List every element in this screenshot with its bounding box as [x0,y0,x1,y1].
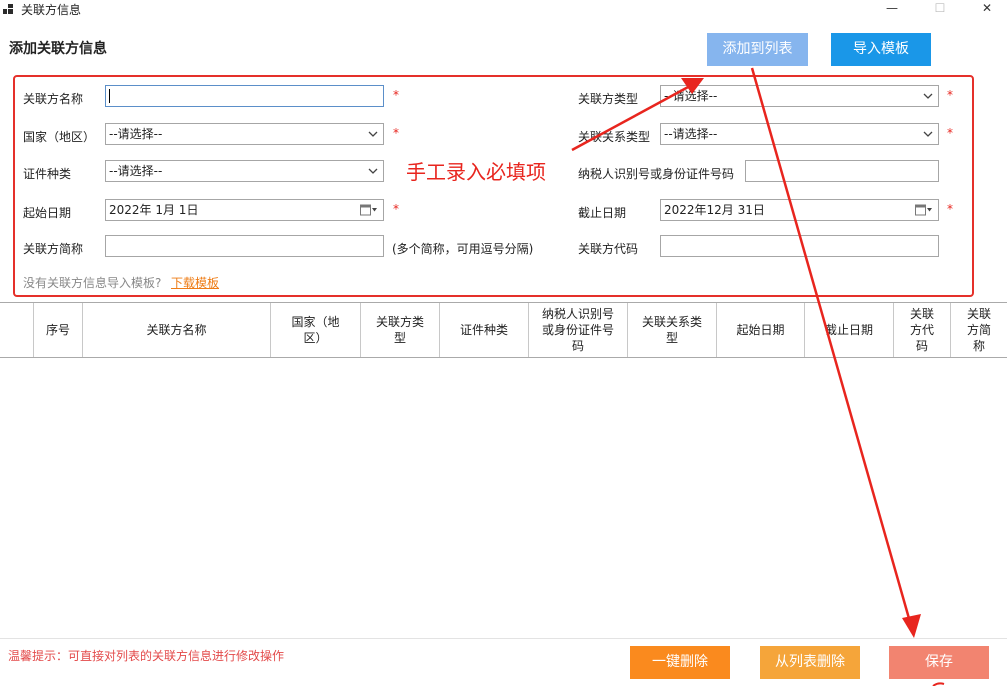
minimize-icon[interactable]: — [877,0,907,18]
required-mark: * [947,126,953,140]
country-select[interactable]: --请选择-- [105,123,384,145]
calendar-icon[interactable] [915,204,933,216]
column-header[interactable]: 关联方简称 [951,303,1007,357]
app-icon [3,4,13,14]
abbr-input[interactable] [105,235,384,257]
code-label: 关联方代码 [578,242,639,256]
text-caret [109,89,110,103]
start-date-picker[interactable]: 2022年 1月 1日 [105,199,384,221]
column-header[interactable]: 起始日期 [717,303,805,357]
code-input[interactable] [660,235,939,257]
column-header[interactable]: 关联方代码 [894,303,951,357]
column-header[interactable]: 关联关系类型 [628,303,717,357]
window: 关联方信息 — ☐ ✕ 添加关联方信息 添加到列表 导入模板 关联方名称 * 关… [0,0,1007,686]
maximize-icon[interactable]: ☐ [925,0,955,18]
chevron-down-icon [923,93,933,99]
close-icon[interactable]: ✕ [972,0,1002,18]
taxid-label: 纳税人识别号或身份证件号码 [578,167,735,181]
column-header[interactable]: 国家（地区） [271,303,361,357]
taxid-input[interactable] [745,160,939,182]
remove-from-list-button[interactable]: 从列表删除 [760,646,860,679]
row-header-cell [0,303,34,357]
abbr-hint: (多个简称，可用逗号分隔) [392,242,534,256]
chevron-down-icon [368,168,378,174]
required-mark: * [393,202,399,216]
data-grid[interactable]: 序号 关联方名称 国家（地区） 关联方类型 证件种类 纳税人识别号或身份证件号码… [0,302,1007,358]
relation-label: 关联关系类型 [578,130,651,144]
save-button[interactable]: 保存 [889,646,989,679]
import-template-button[interactable]: 导入模板 [831,33,931,66]
type-label: 关联方类型 [578,92,639,106]
no-template-text: 没有关联方信息导入模板? [23,276,162,290]
type-select[interactable]: --请选择-- [660,85,939,107]
chevron-down-icon [923,131,933,137]
column-header[interactable]: 截止日期 [805,303,894,357]
tip-text: 温馨提示：可直接对列表的关联方信息进行修改操作 [8,649,285,663]
required-mark: * [393,88,399,102]
column-header[interactable]: 纳税人识别号或身份证件号码 [529,303,628,357]
calendar-icon[interactable] [360,204,378,216]
chevron-down-icon [368,131,378,137]
required-mark: * [947,88,953,102]
end-date-label: 截止日期 [578,206,627,220]
name-label: 关联方名称 [23,92,84,106]
required-mark: * [393,126,399,140]
add-to-list-button[interactable]: 添加到列表 [707,33,808,66]
end-date-picker[interactable]: 2022年12月 31日 [660,199,939,221]
column-header[interactable]: 关联方类型 [361,303,440,357]
delete-all-button[interactable]: 一键删除 [630,646,730,679]
start-date-label: 起始日期 [23,206,72,220]
required-mark: * [947,202,953,216]
cert-label: 证件种类 [23,167,72,181]
column-header[interactable]: 序号 [34,303,83,357]
cert-select[interactable]: --请选择-- [105,160,384,182]
annotation-text: 手工录入必填项 [406,160,546,184]
column-header[interactable]: 证件种类 [440,303,529,357]
column-header[interactable]: 关联方名称 [83,303,271,357]
required-fields-highlight [13,75,974,297]
relation-select[interactable]: --请选择-- [660,123,939,145]
divider [0,638,1007,639]
title-bar: 关联方信息 — ☐ ✕ [0,0,1007,18]
name-input[interactable] [105,85,384,107]
section-title: 添加关联方信息 [9,41,107,57]
abbr-label: 关联方简称 [23,242,84,256]
country-label: 国家（地区） [23,130,96,144]
window-title: 关联方信息 [21,3,82,17]
download-template-link[interactable]: 下载模板 [171,274,219,291]
